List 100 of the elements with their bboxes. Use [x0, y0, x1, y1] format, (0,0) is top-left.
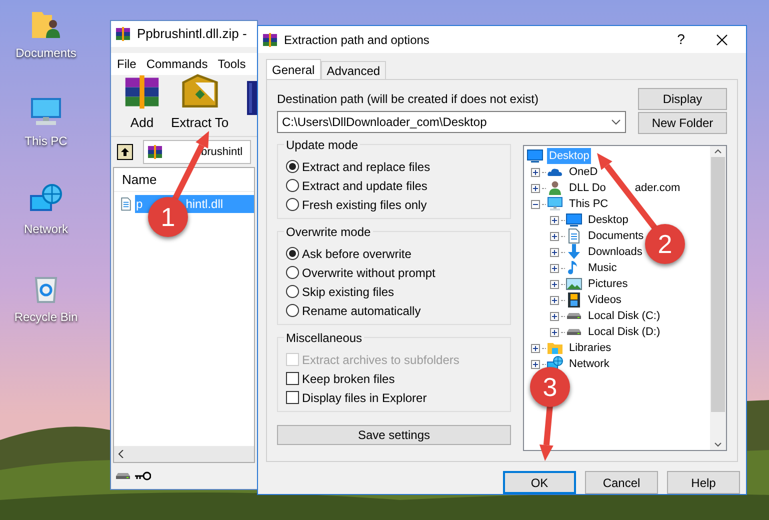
- chevron-left-icon: [118, 450, 124, 458]
- toolbar-button[interactable]: Extract To: [171, 72, 229, 132]
- checkbox-label[interactable]: Display files in Explorer: [302, 388, 427, 406]
- expand-toggle[interactable]: [550, 264, 559, 272]
- archive-icon: [115, 26, 131, 42]
- radio-label[interactable]: Rename automatically: [302, 302, 421, 320]
- menu-item[interactable]: Tools: [218, 55, 246, 73]
- checkbox[interactable]: [286, 391, 299, 404]
- plus-icon: [551, 216, 558, 224]
- expand-toggle[interactable]: [550, 280, 559, 288]
- checkbox[interactable]: [286, 372, 299, 385]
- radio-label[interactable]: Extract and replace files: [302, 158, 430, 176]
- vertical-scrollbar[interactable]: [710, 146, 726, 450]
- new-folder-button[interactable]: New Folder: [638, 112, 727, 134]
- expand-toggle[interactable]: [531, 168, 540, 176]
- file-icon: [119, 197, 133, 211]
- tab[interactable]: General: [266, 59, 321, 79]
- checkbox-label[interactable]: Keep broken files: [302, 370, 395, 388]
- window-title: Ppbrushintl.dll.zip -: [137, 25, 247, 44]
- expand-toggle[interactable]: [550, 232, 559, 240]
- user-icon: [547, 180, 563, 196]
- plus-icon: [551, 328, 558, 336]
- tree-item[interactable]: Downloads: [586, 244, 644, 260]
- expand-toggle[interactable]: [531, 344, 540, 352]
- dialog-button[interactable]: Help: [667, 471, 740, 494]
- expand-toggle[interactable]: [550, 248, 559, 256]
- tree-item[interactable]: Libraries: [567, 340, 614, 356]
- tree-item[interactable]: Pictures: [586, 276, 630, 292]
- display-button[interactable]: Display: [638, 88, 727, 110]
- destination-path-field[interactable]: C:\Users\DllDownloader_com\Desktop: [277, 111, 626, 133]
- dialog-button[interactable]: Cancel: [585, 471, 658, 494]
- tree-item[interactable]: Music: [586, 260, 619, 276]
- screen-icon: [566, 212, 582, 228]
- chevron-down-icon: [611, 119, 621, 125]
- plus-icon: [551, 296, 558, 304]
- key-icon: [135, 471, 151, 481]
- tree-item[interactable]: DLL Do: [567, 180, 608, 196]
- tree-item[interactable]: Network: [567, 356, 612, 372]
- expand-toggle[interactable]: [550, 296, 559, 304]
- dialog-title: Extraction path and options: [284, 32, 430, 48]
- radio-button[interactable]: [286, 247, 299, 260]
- archive-icon: [262, 32, 278, 48]
- dialog-button[interactable]: OK: [503, 471, 576, 494]
- tree-item[interactable]: Documents: [586, 228, 646, 244]
- plus-icon: [532, 168, 539, 176]
- drive-icon: [566, 312, 582, 320]
- tree-item[interactable]: Videos: [586, 292, 624, 308]
- path-field[interactable]: brushintl: [143, 140, 251, 164]
- close-icon: [716, 34, 728, 46]
- tab[interactable]: Advanced: [320, 61, 386, 79]
- expand-toggle[interactable]: [550, 216, 559, 224]
- radio-label[interactable]: Ask before overwrite: [302, 244, 412, 262]
- up-arrow-icon: [120, 147, 130, 157]
- toolbar-button[interactable]: Add: [123, 72, 161, 132]
- video-icon: [566, 292, 582, 308]
- expand-toggle[interactable]: [550, 312, 559, 320]
- chevron-down-icon: [714, 442, 722, 447]
- radio-button[interactable]: [286, 304, 299, 317]
- book-icon: [247, 81, 257, 115]
- help-button[interactable]: ?: [666, 29, 696, 50]
- up-button[interactable]: [117, 144, 133, 160]
- screen-icon: [527, 148, 543, 164]
- tree-item[interactable]: This PC: [567, 196, 610, 212]
- tree-item[interactable]: ader.com: [634, 180, 680, 196]
- tree-item[interactable]: Local Disk (D:): [586, 324, 662, 340]
- horizontal-scrollbar[interactable]: [114, 446, 254, 462]
- radio-button[interactable]: [286, 179, 299, 192]
- document-icon: [566, 228, 582, 244]
- tree-item[interactable]: Local Disk (C:): [586, 308, 662, 324]
- plus-icon: [551, 312, 558, 320]
- file-name: hintl.dll: [186, 196, 224, 213]
- chevron-up-icon: [714, 149, 722, 154]
- radio-button[interactable]: [286, 198, 299, 211]
- menu-item[interactable]: Commands: [146, 55, 208, 73]
- archive-icon: [147, 144, 163, 160]
- plus-icon: [532, 184, 539, 192]
- plus-icon: [551, 248, 558, 256]
- plus-icon: [532, 360, 539, 368]
- tree-item[interactable]: Desktop: [586, 212, 630, 228]
- arrow: [539, 404, 554, 461]
- expand-toggle[interactable]: [550, 328, 559, 336]
- radio-label[interactable]: Skip existing files: [302, 282, 394, 300]
- save-settings-button[interactable]: Save settings: [277, 425, 511, 445]
- radio-button[interactable]: [286, 285, 299, 298]
- radio-button[interactable]: [286, 266, 299, 279]
- file-name: p: [136, 196, 143, 213]
- column-header[interactable]: Name: [114, 168, 254, 192]
- radio-label[interactable]: Fresh existing files only: [302, 196, 427, 214]
- collapse-toggle[interactable]: [531, 200, 540, 208]
- radio-button[interactable]: [286, 160, 299, 173]
- plus-icon: [532, 344, 539, 352]
- radio-label[interactable]: Extract and update files: [302, 176, 428, 194]
- tree-item[interactable]: OneD: [567, 164, 600, 180]
- menu-item[interactable]: File: [117, 55, 136, 73]
- drive-icon: [566, 328, 582, 336]
- plus-icon: [551, 280, 558, 288]
- expand-toggle[interactable]: [531, 184, 540, 192]
- monitor-icon: [547, 196, 563, 212]
- radio-label[interactable]: Overwrite without prompt: [302, 264, 436, 282]
- expand-toggle[interactable]: [531, 360, 540, 368]
